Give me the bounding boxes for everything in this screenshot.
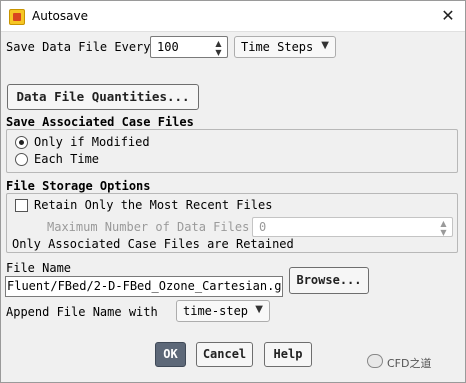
save-every-unit-dropdown[interactable]: Time Steps ▼ — [234, 36, 336, 58]
watermark-text: CFD之道 — [387, 357, 432, 370]
save-every-label: Save Data File Every — [6, 40, 151, 54]
app-icon — [9, 9, 25, 25]
save-every-unit-value: Time Steps — [241, 40, 314, 54]
file-name-input[interactable]: Fluent/FBed/2-D-FBed_Ozone_Cartesian.gz — [5, 276, 283, 297]
each-time-label[interactable]: Each Time — [34, 152, 99, 166]
file-name-label: File Name — [6, 261, 72, 275]
save-every-value: 100 — [157, 40, 179, 54]
chevron-down-icon: ▼ — [321, 40, 329, 51]
chevron-down-icon: ▼ — [255, 304, 263, 315]
retain-recent-checkbox[interactable] — [15, 199, 28, 212]
title-bar: Autosave ✕ — [1, 1, 465, 32]
only-if-modified-label[interactable]: Only if Modified — [34, 135, 150, 149]
max-data-files-value: 0 — [259, 220, 267, 234]
data-file-quantities-button[interactable]: Data File Quantities... — [7, 84, 199, 110]
cancel-button[interactable]: Cancel — [196, 342, 253, 367]
window-title: Autosave — [32, 9, 88, 23]
associated-case-group: Only if Modified Each Time — [6, 129, 458, 173]
max-data-files-spinner: 0 ▲ ▼ — [252, 217, 453, 237]
associated-case-title: Save Associated Case Files — [6, 115, 194, 129]
close-icon[interactable]: ✕ — [437, 5, 459, 27]
append-dropdown[interactable]: time-step ▼ — [176, 300, 270, 322]
radio-only-if-modified[interactable] — [15, 136, 28, 149]
append-value: time-step — [183, 304, 249, 318]
help-button[interactable]: Help — [264, 342, 312, 367]
autosave-dialog: Autosave ✕ Save Data File Every 100 ▲ ▼ T… — [0, 0, 466, 383]
file-storage-group: Retain Only the Most Recent Files Maximu… — [6, 193, 458, 253]
radio-each-time[interactable] — [15, 153, 28, 166]
wechat-icon — [367, 354, 383, 368]
file-storage-title: File Storage Options — [6, 179, 151, 193]
ok-button[interactable]: OK — [155, 342, 186, 367]
spin-arrows-icon[interactable]: ▲ ▼ — [213, 39, 224, 57]
retain-recent-label[interactable]: Retain Only the Most Recent Files — [34, 198, 272, 212]
save-every-spinner[interactable]: 100 ▲ ▼ — [150, 36, 228, 58]
retention-note: Only Associated Case Files are Retained — [12, 237, 294, 251]
append-label: Append File Name with — [6, 305, 158, 319]
spin-arrows-icon: ▲ ▼ — [440, 219, 447, 237]
max-data-files-label: Maximum Number of Data Files — [47, 220, 250, 234]
file-name-value: Fluent/FBed/2-D-FBed_Ozone_Cartesian.gz — [7, 279, 283, 293]
browse-button[interactable]: Browse... — [289, 267, 369, 294]
